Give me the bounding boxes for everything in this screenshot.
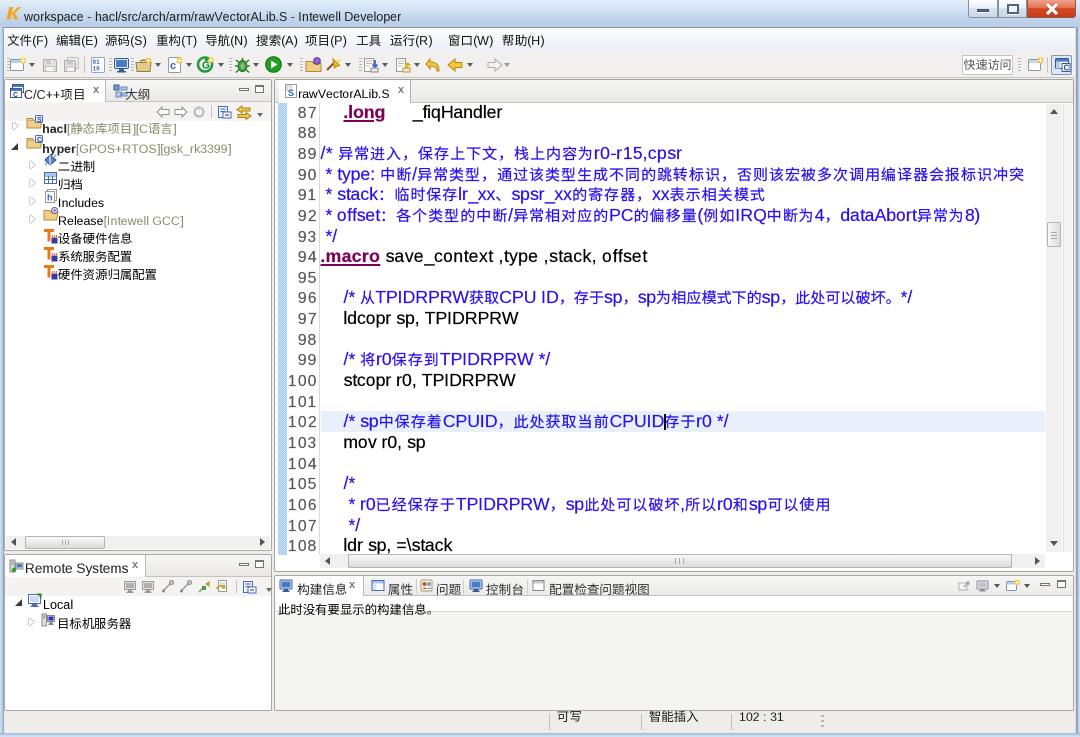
svg-text:G: G (202, 61, 210, 72)
svg-text:c: c (170, 60, 176, 72)
svg-text:C: C (13, 92, 18, 99)
svg-text:C: C (1064, 64, 1070, 73)
svg-text:h: h (47, 193, 53, 203)
svg-text:10: 10 (93, 66, 101, 73)
